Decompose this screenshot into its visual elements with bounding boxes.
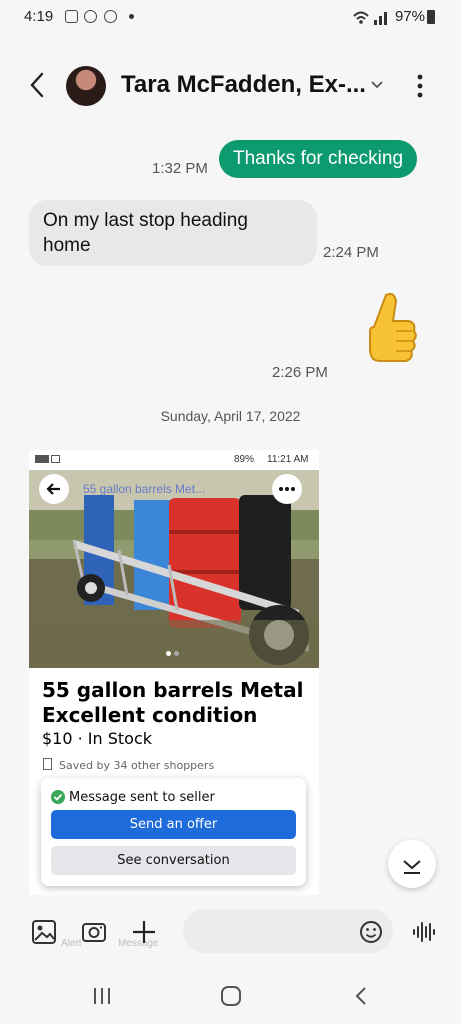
add-attachment-icon[interactable] [130, 918, 158, 946]
app-notification-icon [84, 10, 97, 23]
left-arrow-icon [46, 483, 60, 495]
thumbs-up-emoji-icon[interactable] [356, 289, 420, 375]
battery-percent: 97% [394, 8, 425, 25]
back-arrow-icon[interactable] [28, 70, 48, 100]
listing-price: $10 · In Stock [42, 729, 153, 748]
status-bar: 4:19 97% [0, 0, 461, 34]
voice-input-icon[interactable] [410, 918, 438, 946]
gallery-icon[interactable] [30, 918, 58, 946]
scroll-to-bottom-button[interactable] [388, 840, 436, 888]
listing-title: 55 gallon barrels Metal Excellent condit… [42, 678, 312, 728]
chevron-down-icon[interactable] [370, 78, 384, 92]
send-offer-button[interactable]: Send an offer [51, 810, 296, 839]
listing-search-text: 55 gallon barrels Met... [83, 482, 206, 496]
more-notifications-icon [129, 14, 134, 19]
screenshot-time: 11:21 AM [267, 454, 309, 465]
listing-back-button[interactable] [39, 474, 69, 504]
more-horizontal-icon [279, 487, 295, 491]
screenshot-notification-icon [35, 455, 49, 463]
message-sent-text: Message sent to seller [69, 790, 215, 805]
message-timestamp: 2:24 PM [323, 244, 379, 261]
message-timestamp: 1:32 PM [152, 160, 208, 177]
chevron-down-icon [403, 860, 421, 874]
listing-title-line: 55 gallon barrels Metal [42, 678, 304, 702]
outgoing-message-bubble[interactable]: Thanks for checking [219, 140, 418, 178]
incoming-message-bubble[interactable]: On my last stop heading home [29, 200, 317, 266]
wifi-signal-icon [353, 11, 387, 25]
check-circle-icon [51, 790, 65, 804]
message-sent-popup: Message sent to seller Send an offer See… [41, 778, 306, 886]
message-text-line: On my last stop heading [43, 210, 248, 231]
bookmark-icon [43, 758, 52, 770]
screenshot-status-bar: 89% 11:21 AM [29, 450, 319, 470]
battery-icon [427, 10, 435, 24]
screenshot-gallery-icon [51, 455, 60, 463]
listing-photo: 55 gallon barrels Met... [29, 470, 319, 668]
app-notification-icon-2 [104, 10, 117, 23]
carousel-dot-active [166, 651, 171, 656]
emoji-icon[interactable] [357, 918, 385, 946]
recent-apps-icon[interactable] [89, 985, 115, 1007]
home-icon[interactable] [218, 985, 244, 1007]
listing-title-line: Excellent condition [42, 703, 258, 727]
saved-count-text: Saved by 34 other shoppers [59, 759, 215, 772]
status-time: 4:19 [24, 8, 54, 25]
contact-avatar[interactable] [66, 66, 106, 106]
screenshot-battery: 89% [234, 454, 255, 465]
back-nav-icon[interactable] [349, 985, 375, 1007]
listing-more-button[interactable] [272, 474, 302, 504]
message-text-line: home [43, 235, 91, 256]
gallery-notification-icon [65, 10, 78, 23]
see-conversation-button[interactable]: See conversation [51, 846, 296, 875]
contact-name[interactable]: Tara McFadden, Ex-... [121, 71, 366, 99]
carousel-dot [174, 651, 179, 656]
date-separator: Sunday, April 17, 2022 [160, 408, 301, 424]
shared-screenshot-image[interactable]: 89% 11:21 AM 55 gallon barrels Met... 55… [29, 450, 319, 895]
ghost-alert-label: Alert [61, 938, 82, 949]
more-options-icon[interactable] [417, 74, 423, 98]
message-timestamp: 2:26 PM [272, 364, 328, 381]
camera-icon[interactable] [80, 918, 108, 946]
